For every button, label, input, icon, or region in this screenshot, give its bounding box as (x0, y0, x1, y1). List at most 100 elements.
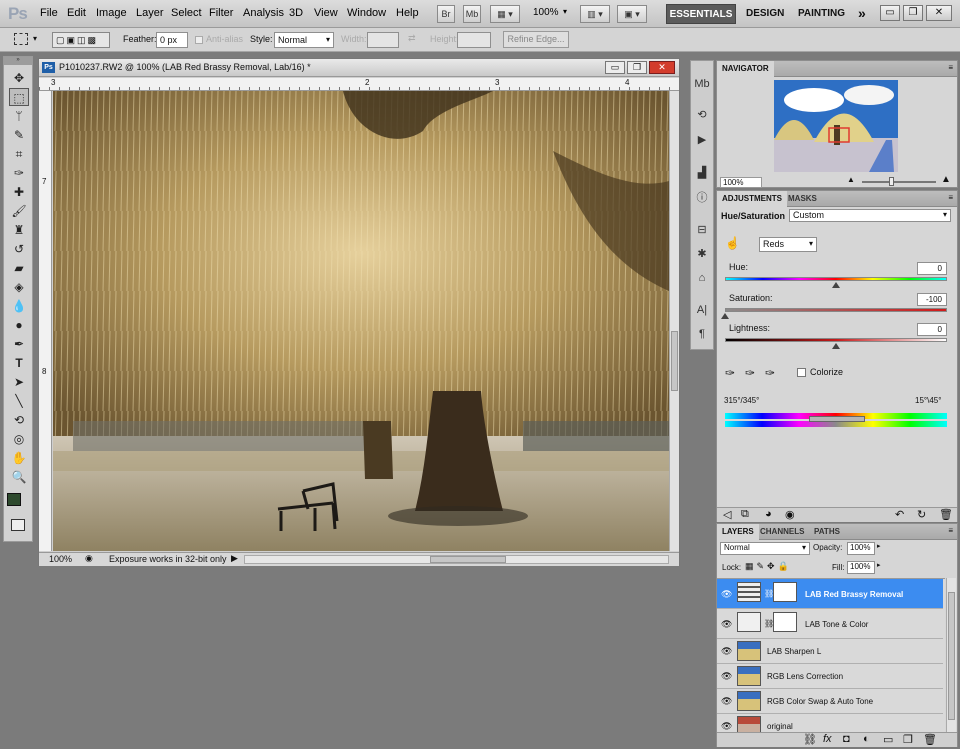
reset-icon[interactable]: ↻ (917, 508, 926, 521)
new-adjustment-layer-icon[interactable]: ◐ (863, 733, 870, 745)
doc-minimize-button[interactable]: ▭ (605, 61, 625, 74)
layer-item[interactable]: 👁 ⛓ LAB Tone & Color (717, 609, 943, 639)
eyedropper-tool-icon[interactable]: ✑ (9, 164, 29, 182)
menu-select[interactable]: Select (171, 7, 202, 19)
dodge-tool-icon[interactable]: ● (9, 316, 29, 334)
panel-menu-icon[interactable]: ≡ (948, 526, 953, 535)
visibility-eye-icon[interactable]: 👁 (721, 696, 732, 707)
type-tool-icon[interactable]: T (9, 354, 29, 372)
hue-slider[interactable] (725, 277, 947, 281)
extras-button[interactable]: ▦ ▾ (490, 5, 520, 23)
app-close-button[interactable]: ✕ (926, 5, 952, 21)
tab-paths[interactable]: PATHS (809, 524, 845, 540)
more-workspaces-icon[interactable]: » (858, 5, 866, 21)
menu-edit[interactable]: Edit (67, 7, 86, 19)
eyedropper-plus-icon[interactable]: ✑ (745, 366, 755, 380)
eyedropper-minus-icon[interactable]: ✑ (765, 366, 775, 380)
layer-item[interactable]: 👁 original (717, 714, 943, 733)
vertical-scrollbar[interactable] (669, 91, 679, 551)
path-selection-tool-icon[interactable]: ➤ (9, 373, 29, 391)
layer-item[interactable]: 👁 RGB Color Swap & Auto Tone (717, 689, 943, 714)
new-layer-icon[interactable]: ❐ (903, 733, 913, 746)
targeted-adjustment-icon[interactable]: ☝ (725, 236, 740, 250)
menu-help[interactable]: Help (396, 7, 419, 19)
hue-input[interactable]: 0 (917, 262, 947, 275)
arrange-documents-button[interactable]: ▥ ▾ (580, 5, 610, 23)
doc-close-button[interactable]: ✕ (649, 61, 675, 74)
workspace-design[interactable]: DESIGN (746, 8, 784, 19)
blend-mode-select[interactable]: Normal ▾ (720, 542, 810, 555)
brush-tool-icon[interactable]: 🖌 (9, 202, 29, 220)
tab-navigator[interactable]: NAVIGATOR (717, 61, 774, 77)
width-input[interactable] (367, 32, 399, 48)
actions-icon[interactable]: ▶ (693, 131, 711, 149)
new-group-icon[interactable]: ▭ (883, 733, 893, 746)
status-zoom[interactable]: 100% (49, 554, 72, 564)
move-tool-icon[interactable]: ✥ (9, 69, 29, 87)
menu-view[interactable]: View (314, 7, 338, 19)
bridge-button[interactable]: Br (437, 5, 455, 23)
menu-file[interactable]: File (40, 7, 58, 19)
saturation-slider-thumb[interactable] (721, 313, 729, 319)
color-range-slider[interactable] (809, 416, 865, 422)
link-layers-icon[interactable]: ⛓ (803, 733, 817, 746)
crop-tool-icon[interactable]: ⌗ (9, 145, 29, 163)
horizontal-scrollbar[interactable] (244, 555, 669, 564)
style-select[interactable]: Normal ▾ (274, 32, 334, 48)
navigator-zoom-input[interactable]: 100% (720, 177, 762, 188)
lightness-slider[interactable] (725, 338, 947, 342)
zoom-level[interactable]: 100% (533, 7, 559, 18)
app-minimize-button[interactable]: ▭ (880, 5, 900, 21)
antialias-checkbox[interactable] (195, 36, 203, 44)
eyedropper-icon[interactable]: ✑ (725, 366, 735, 380)
mini-bridge-icon[interactable]: Mb (693, 75, 711, 93)
vertical-scroll-thumb[interactable] (671, 331, 678, 391)
trash-icon[interactable]: 🗑 (923, 733, 937, 746)
history-icon[interactable]: ⟲ (693, 106, 711, 124)
clone-source-icon[interactable]: ⊟ (693, 221, 711, 239)
workspace-essentials[interactable]: ESSENTIALS (666, 4, 736, 24)
lock-options-icon[interactable]: ▦✎✥🔒 (745, 561, 792, 572)
status-menu-arrow-icon[interactable]: ▶ (231, 553, 238, 564)
brush-presets-icon[interactable]: ✱ (693, 245, 711, 263)
mini-bridge-button[interactable]: Mb (463, 5, 481, 23)
saturation-input[interactable]: -100 (917, 293, 947, 306)
blur-tool-icon[interactable]: 💧 (9, 297, 29, 315)
previous-state-icon[interactable]: ↶ (895, 508, 904, 521)
toolbox-collapse-icon[interactable]: » (4, 57, 32, 65)
zoom-in-icon[interactable]: ▲ (941, 174, 951, 185)
screen-mode-button[interactable]: ▣ ▾ (617, 5, 647, 23)
selection-mode-buttons[interactable]: ▢▣◫▩ (52, 32, 110, 48)
colorize-checkbox[interactable] (797, 368, 806, 377)
layers-scroll-thumb[interactable] (948, 592, 955, 720)
horizontal-scroll-thumb[interactable] (430, 556, 506, 563)
clip-to-layer-icon[interactable]: ◕ (765, 508, 772, 520)
menu-image[interactable]: Image (96, 7, 127, 19)
add-mask-icon[interactable]: ◘ (843, 733, 850, 745)
layer-item[interactable]: 👁 ⛓ LAB Red Brassy Removal (717, 579, 943, 609)
tab-masks[interactable]: MASKS (783, 191, 822, 207)
healing-brush-tool-icon[interactable]: ✚ (9, 183, 29, 201)
preset-dropdown-icon[interactable]: ▾ (33, 34, 37, 43)
visibility-eye-icon[interactable]: ◉ (785, 508, 795, 521)
lightness-slider-thumb[interactable] (832, 343, 840, 349)
status-info-icon[interactable]: ◉ (85, 553, 93, 564)
hue-slider-thumb[interactable] (832, 282, 840, 288)
menu-layer[interactable]: Layer (136, 7, 164, 19)
menu-3d[interactable]: 3D (289, 7, 303, 19)
app-restore-button[interactable]: ❐ (903, 5, 923, 21)
clone-stamp-tool-icon[interactable]: ♜ (9, 221, 29, 239)
layer-style-icon[interactable]: fx (823, 733, 832, 745)
lightness-input[interactable]: 0 (917, 323, 947, 336)
character-icon[interactable]: A| (693, 301, 711, 319)
opacity-arrow-icon[interactable]: ▸ (877, 542, 881, 550)
back-arrow-icon[interactable]: ◁ (723, 508, 731, 521)
navigator-zoom-slider[interactable] (862, 181, 936, 183)
navigator-thumbnail[interactable] (774, 80, 898, 172)
visibility-eye-icon[interactable]: 👁 (721, 589, 732, 600)
tab-adjustments[interactable]: ADJUSTMENTS (717, 191, 788, 207)
fill-input[interactable]: 100% (847, 561, 875, 574)
workspace-painting[interactable]: PAINTING (798, 8, 845, 19)
menu-filter[interactable]: Filter (209, 7, 233, 19)
quick-mask-icon[interactable] (11, 519, 25, 531)
